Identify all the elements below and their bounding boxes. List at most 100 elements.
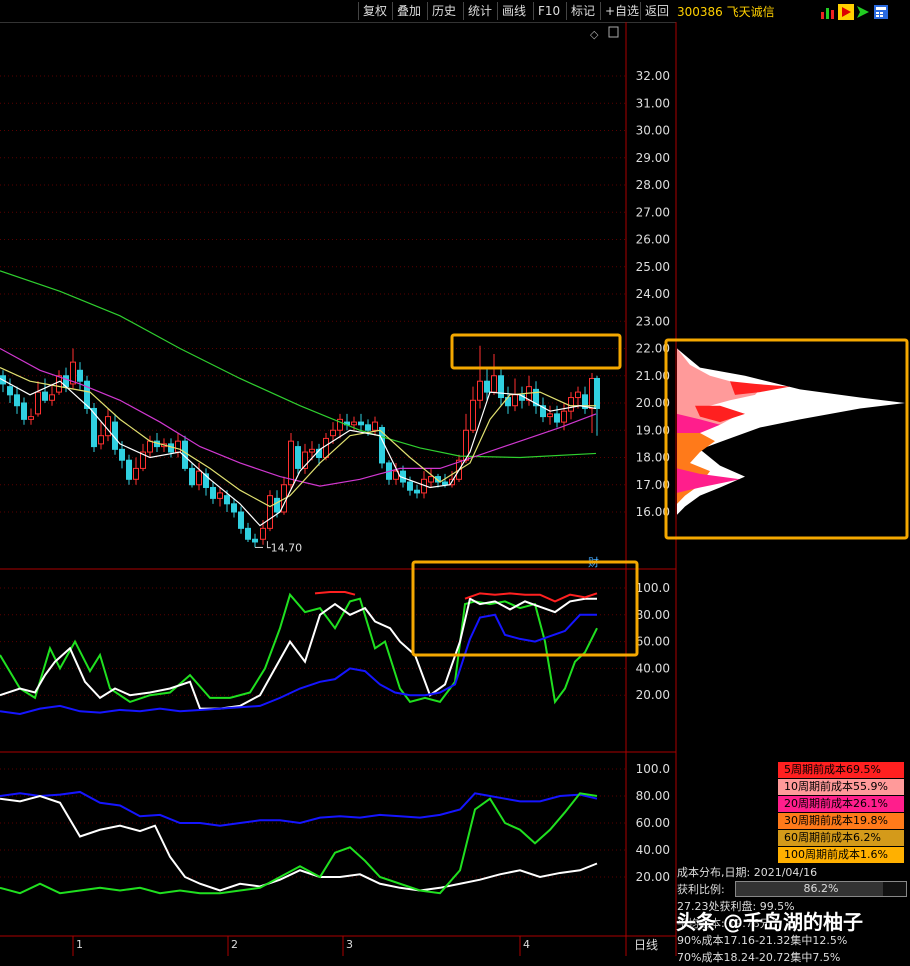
osc2-white-line: [0, 794, 598, 892]
candle-body: [442, 481, 448, 486]
candle-body: [126, 459, 132, 480]
f10-button[interactable]: F10: [533, 2, 564, 20]
legend-item: 10周期前成本55.9%: [778, 779, 904, 795]
window-icon: [608, 26, 619, 38]
candle-body: [77, 369, 83, 382]
toolbar: 复权 叠加 历史 统计 画线 F10 标记 +自选 返回: [0, 0, 676, 23]
price-tick-label: 24.00: [636, 287, 670, 301]
candle-body: [554, 413, 560, 423]
draw-line-button[interactable]: 画线: [497, 2, 530, 20]
candle-body: [568, 397, 574, 412]
highlight-box-oscillator: [411, 560, 639, 657]
candle-body: [238, 511, 244, 529]
price-tick-label: 28.00: [636, 178, 670, 192]
profit-ratio-value: 86.2%: [803, 882, 839, 895]
candle-body: [372, 421, 378, 431]
candle-body: [491, 375, 497, 393]
candle-body: [512, 394, 518, 407]
month-label: 3: [346, 938, 353, 951]
candle-body: [323, 437, 329, 458]
watermark: 头条 @千岛湖的柚子: [676, 910, 863, 934]
candle-body: [407, 481, 413, 491]
candle-body: [119, 448, 125, 461]
candle-body: [42, 391, 48, 401]
diamond-icon: ◇: [590, 28, 599, 41]
chip-profile-white: [677, 348, 905, 515]
cost-legend: 5周期前成本69.5% 10周期前成本55.9% 20周期前成本26.1% 30…: [778, 762, 904, 864]
mark-button[interactable]: 标记: [566, 2, 599, 20]
candle-body: [477, 380, 483, 401]
osc2-blue-line: [0, 790, 598, 827]
month-label: 1: [76, 938, 83, 951]
osc2-tick-label: 80.00: [636, 789, 670, 803]
legend-item: 5周期前成本69.5%: [778, 762, 904, 778]
price-tick-label: 25.00: [636, 260, 670, 274]
arrow-icon[interactable]: [855, 4, 871, 20]
candle-body: [414, 489, 420, 494]
osc1-tick-label: 20.00: [636, 688, 670, 702]
candle-body: [28, 416, 34, 420]
osc2-tick-label: 20.00: [636, 870, 670, 884]
osc1-tick-label: 100.0: [636, 581, 670, 595]
price-tick-label: 27.00: [636, 205, 670, 219]
candle-body: [428, 476, 434, 483]
candle-body: [245, 527, 251, 540]
candle-body: [231, 503, 237, 513]
legend-item: 30周期前成本19.8%: [778, 813, 904, 829]
candle-body: [14, 394, 20, 407]
stock-code-name: 300386 飞天诚信: [677, 5, 775, 19]
candle-body: [217, 492, 223, 499]
price-tick-label: 30.00: [636, 124, 670, 138]
play-icon[interactable]: [838, 4, 854, 20]
candle-body: [330, 429, 336, 437]
candle-body: [147, 440, 153, 453]
back-button[interactable]: 返回: [640, 2, 673, 20]
candle-body: [594, 377, 600, 409]
month-label: 4: [523, 938, 530, 951]
overlay-button[interactable]: 叠加: [392, 2, 425, 20]
price-tick-label: 26.00: [636, 233, 670, 247]
candle-body: [21, 402, 27, 420]
add-favorite-button[interactable]: +自选: [600, 2, 643, 20]
candle-body: [274, 497, 280, 513]
candle-body: [91, 407, 97, 448]
highlight-box-price: [450, 333, 622, 370]
legend-item: 20周期前成本26.1%: [778, 796, 904, 812]
osc1-tick-label: 80.00: [636, 608, 670, 622]
candle-body: [295, 446, 301, 469]
cost-70: 70%成本18.24-20.72集中7.5%: [677, 951, 841, 964]
candle-body: [358, 421, 364, 426]
bar-chart-icon[interactable]: [820, 4, 836, 20]
candle-body: [309, 448, 315, 453]
candle-body: [105, 416, 111, 437]
legend-item: 100周期前成本1.6%: [778, 847, 904, 863]
fuquan-button[interactable]: 复权: [358, 2, 391, 20]
candle-body: [589, 377, 595, 409]
candle-body: [484, 380, 490, 393]
price-tick-label: 23.00: [636, 314, 670, 328]
statistics-button[interactable]: 统计: [463, 2, 496, 20]
candle-body: [189, 467, 195, 486]
candle-body: [56, 375, 62, 393]
month-label: 2: [231, 938, 238, 951]
period-label[interactable]: 日线: [634, 936, 658, 953]
price-tick-label: 31.00: [636, 96, 670, 110]
candle-body: [98, 435, 104, 445]
osc2-tick-label: 100.0: [636, 762, 670, 776]
candle-body: [365, 424, 371, 431]
candle-body: [547, 413, 553, 418]
osc2-tick-label: 60.00: [636, 816, 670, 830]
osc1-tick-label: 60.00: [636, 635, 670, 649]
candle-body: [224, 495, 230, 505]
candle-body: [470, 399, 476, 431]
candle-body: [49, 394, 55, 401]
osc2-tick-label: 40.00: [636, 843, 670, 857]
history-button[interactable]: 历史: [427, 2, 460, 20]
osc2-green-line: [0, 792, 598, 895]
candle-body: [196, 470, 202, 486]
stock-chart[interactable]: 32.00 31.00 30.00 29.00 28.00 27.00 26.00 25.00…: [0, 22, 910, 956]
candle-body: [133, 467, 139, 480]
osc1-tick-label: 40.00: [636, 661, 670, 675]
calculator-icon[interactable]: [873, 4, 889, 20]
low-price-label: └14.70: [264, 540, 302, 554]
